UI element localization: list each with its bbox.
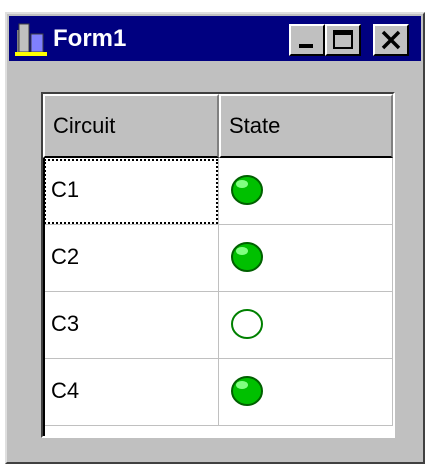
app-icon[interactable]: [15, 22, 47, 56]
minimize-button[interactable]: [289, 24, 325, 56]
state-lamp-icon: [231, 175, 263, 205]
state-lamp-icon: [231, 376, 263, 406]
maximize-button[interactable]: [325, 24, 361, 56]
state-lamp-icon: [231, 309, 263, 339]
state-lamp-icon: [231, 242, 263, 272]
table-row[interactable]: C4: [43, 359, 393, 426]
state-cell[interactable]: [219, 225, 393, 292]
circuit-grid[interactable]: Circuit State C1 C2 C3 C4: [41, 92, 395, 438]
grid-left-edge: [43, 158, 45, 436]
close-icon: [381, 30, 401, 50]
circuit-cell[interactable]: C4: [43, 359, 219, 426]
state-cell[interactable]: [219, 292, 393, 359]
minimize-icon: [299, 44, 313, 48]
table-row[interactable]: C1: [43, 158, 393, 225]
window-title: Form1: [53, 25, 127, 52]
table-row[interactable]: C2: [43, 225, 393, 292]
state-cell[interactable]: [219, 359, 393, 426]
column-header-state[interactable]: State: [219, 94, 393, 158]
circuit-cell[interactable]: C2: [43, 225, 219, 292]
close-button[interactable]: [373, 24, 409, 56]
maximize-icon: [333, 30, 353, 49]
table-row[interactable]: C3: [43, 292, 393, 359]
circuit-cell[interactable]: C1: [43, 158, 219, 225]
form-window: Form1 Circuit State C1 C2 C3 C4: [5, 12, 425, 464]
title-bar[interactable]: Form1: [9, 16, 421, 61]
column-header-circuit[interactable]: Circuit: [43, 94, 219, 158]
state-cell[interactable]: [219, 158, 393, 225]
circuit-cell[interactable]: C3: [43, 292, 219, 359]
